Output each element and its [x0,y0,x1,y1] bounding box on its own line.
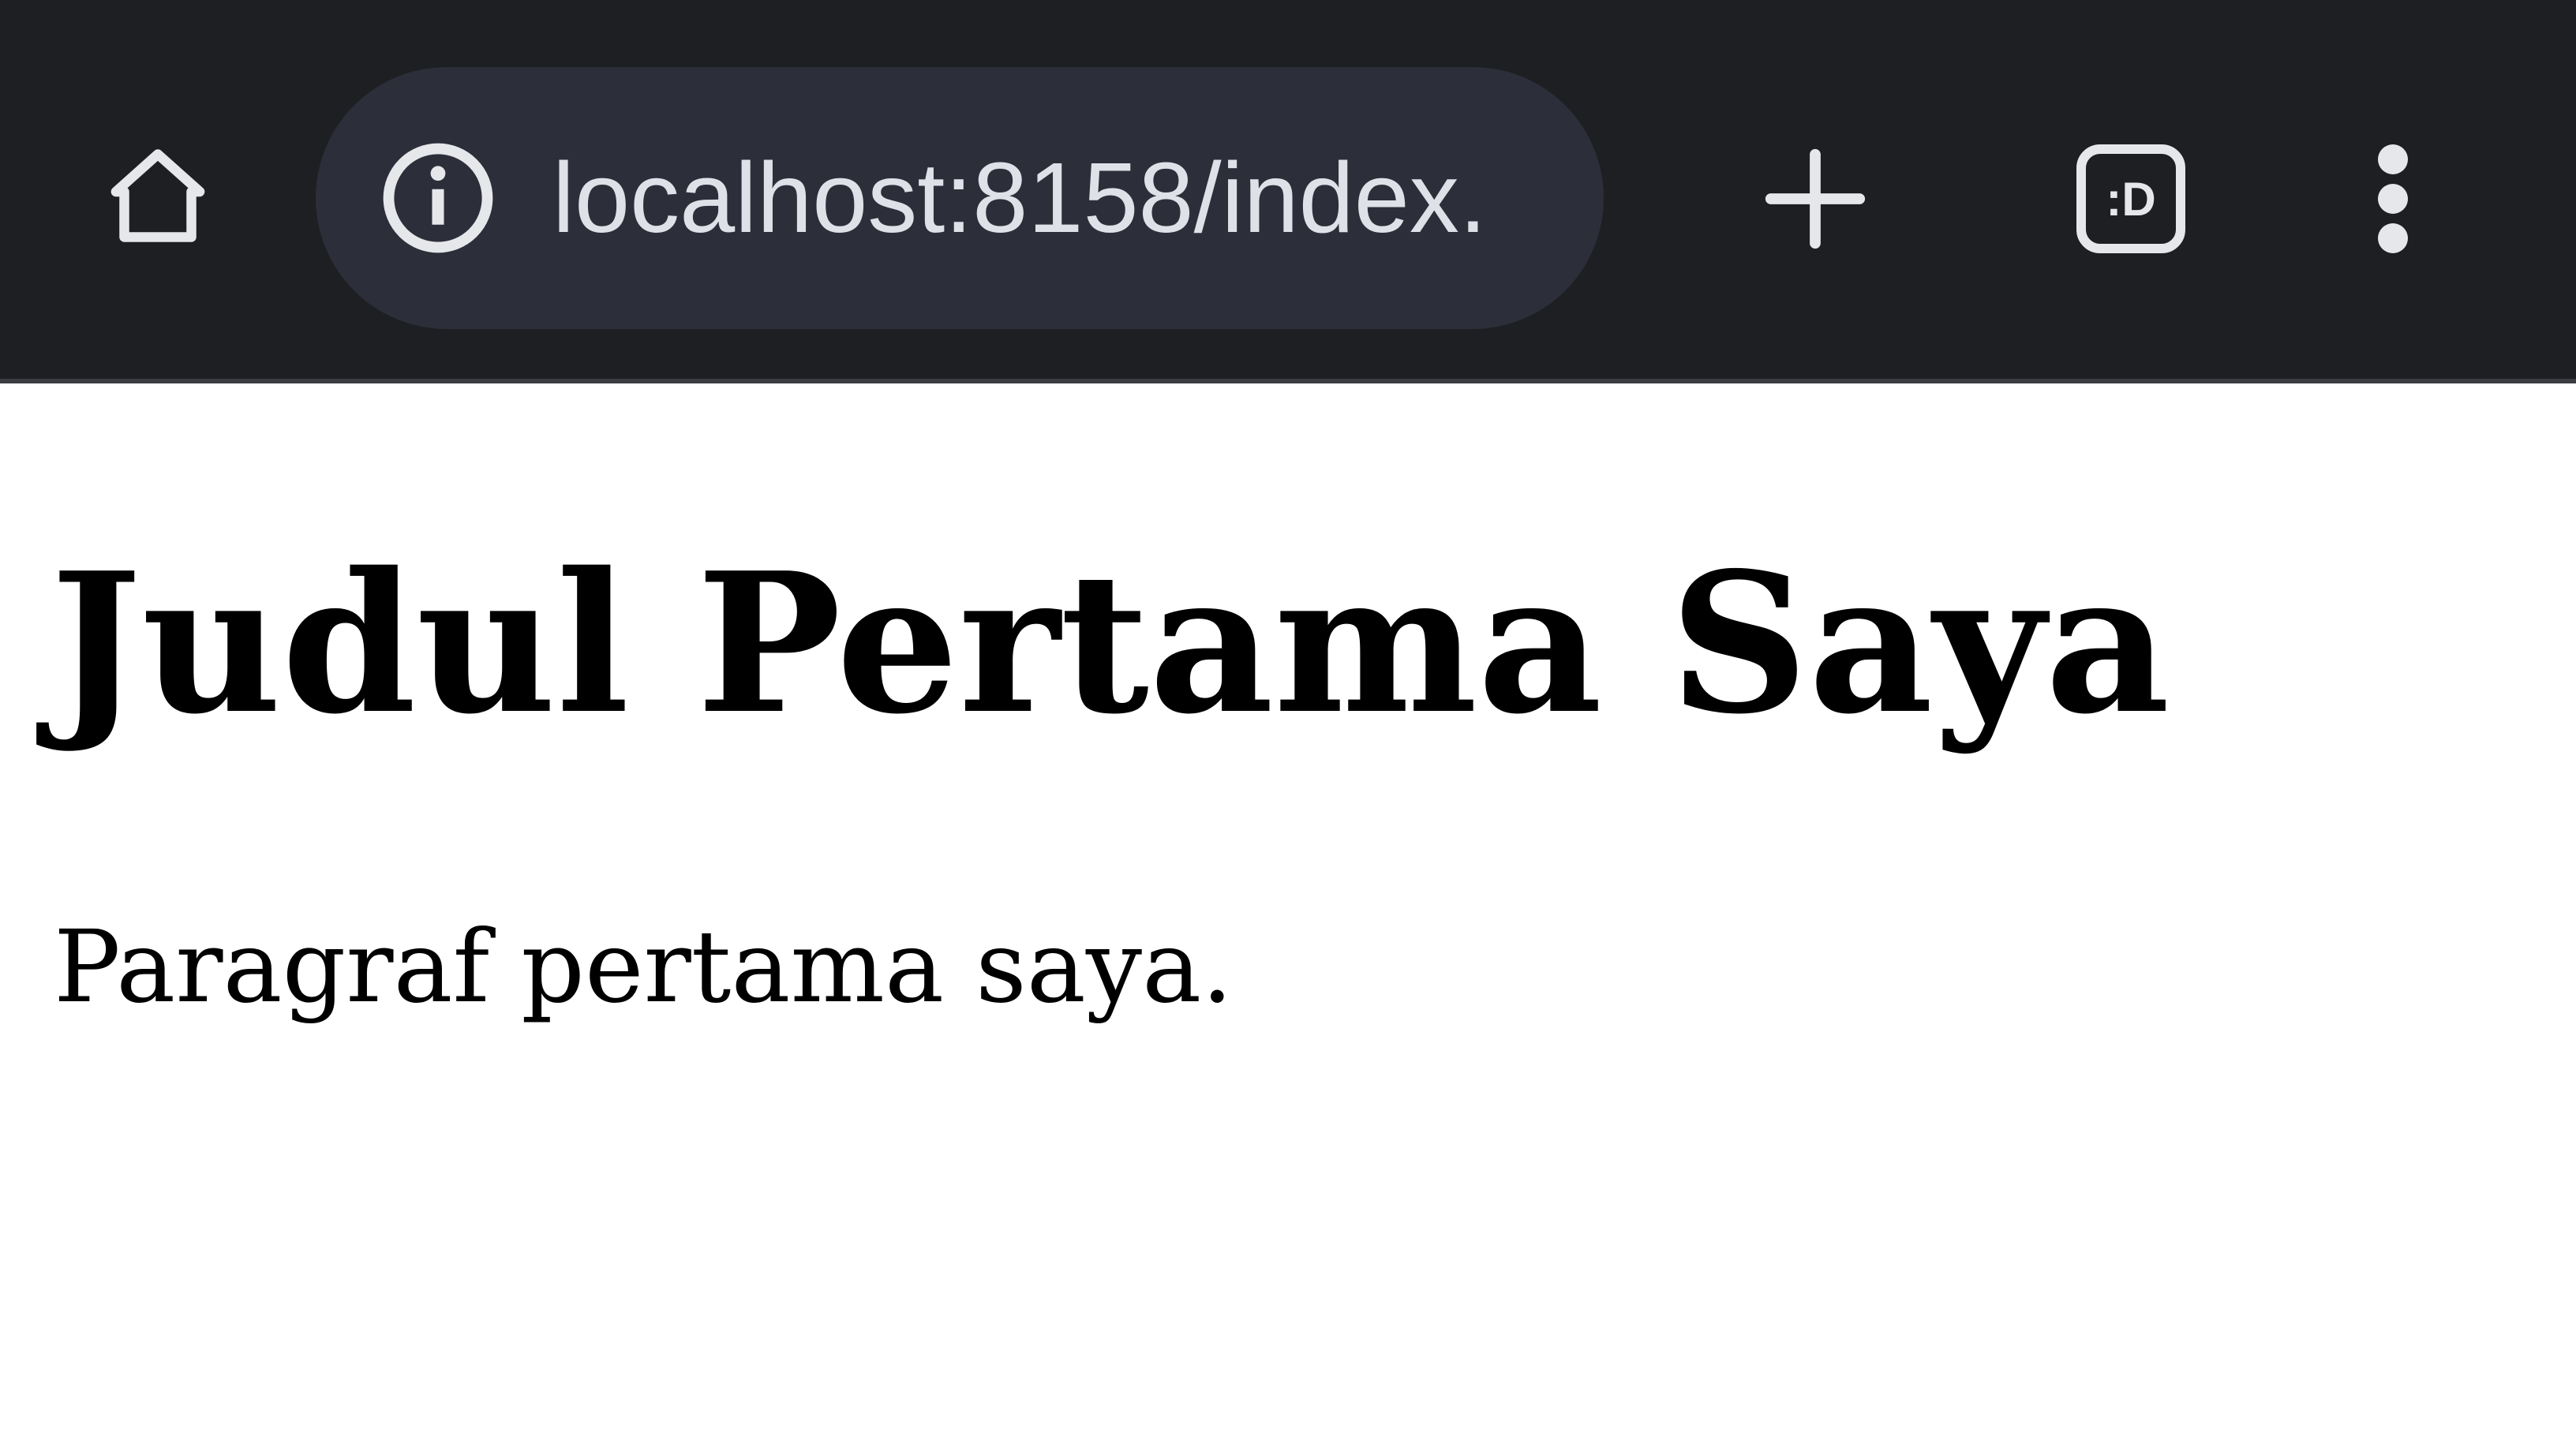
more-vertical-icon [2378,144,2408,253]
tab-switcher-button[interactable]: :D [2058,126,2203,271]
home-icon [110,149,205,242]
tab-switcher-label: :D [2106,172,2156,226]
new-tab-button[interactable] [1743,126,1888,271]
home-button[interactable] [88,126,227,265]
info-icon[interactable] [379,139,497,257]
page-paragraph: Paragraf pertama saya. [54,909,1234,1025]
url-text[interactable]: localhost:8158/index. [552,67,1571,329]
plus-icon [1765,148,1866,249]
page-heading: Judul Pertama Saya [51,530,2170,757]
address-bar[interactable]: localhost:8158/index. [316,67,1604,329]
page-content: Judul Pertama Saya Paragraf pertama saya… [0,383,2576,1447]
menu-button[interactable] [2320,126,2466,271]
tab-switcher-icon: :D [2076,144,2185,253]
browser-toolbar: localhost:8158/index. :D [0,0,2576,383]
